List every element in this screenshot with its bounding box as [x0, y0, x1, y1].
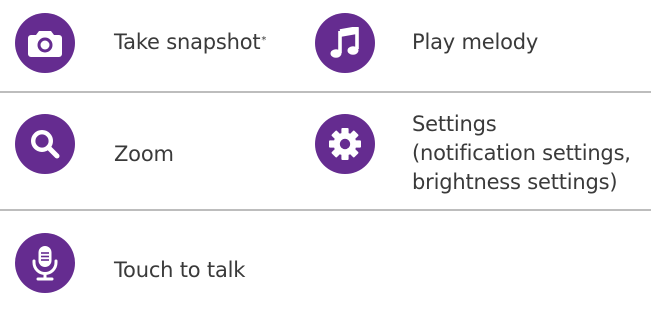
camera-icon: [28, 31, 62, 57]
row-divider: [0, 91, 651, 93]
take-snapshot-button[interactable]: [15, 13, 75, 73]
touch-to-talk-button[interactable]: [15, 233, 75, 293]
zoom-button[interactable]: [15, 114, 75, 174]
settings-label-line: Settings: [412, 112, 497, 136]
take-snapshot-label: Take snapshot*: [114, 30, 267, 54]
touch-to-talk-label: Touch to talk: [114, 258, 246, 282]
settings-button[interactable]: [315, 114, 375, 174]
magnifier-icon: [30, 129, 60, 159]
row-divider: [0, 209, 651, 211]
gear-icon: [329, 128, 361, 160]
play-melody-label: Play melody: [412, 30, 539, 54]
settings-label-line: brightness settings): [412, 170, 618, 194]
settings-label: Settings (notification settings, brightn…: [412, 110, 631, 197]
zoom-label: Zoom: [114, 142, 174, 166]
play-melody-button[interactable]: [315, 13, 375, 73]
settings-label-line: (notification settings,: [412, 141, 631, 165]
microphone-icon: [32, 246, 58, 281]
footnote-mark: *: [261, 35, 267, 46]
music-note-icon: [330, 27, 359, 58]
